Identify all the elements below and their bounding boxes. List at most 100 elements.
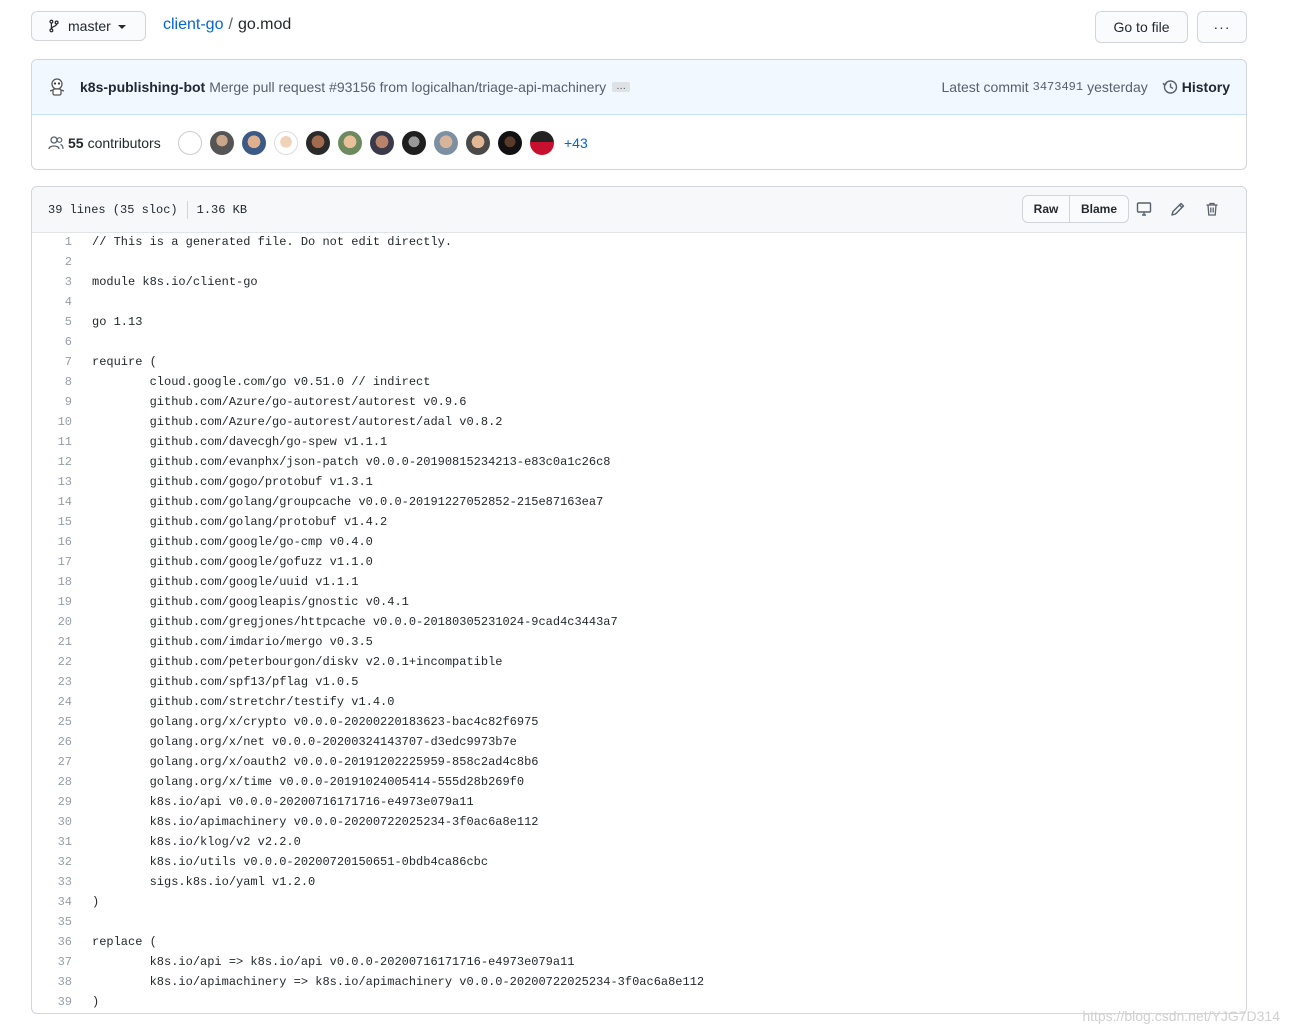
code-line: 13 github.com/gogo/protobuf v1.3.1 (32, 472, 1246, 492)
line-number[interactable]: 37 (32, 952, 72, 972)
contributors-count[interactable]: 55 (68, 135, 84, 151)
code-line: 38 k8s.io/apimachinery => k8s.io/apimach… (32, 972, 1246, 992)
line-number[interactable]: 16 (32, 532, 72, 552)
raw-button[interactable]: Raw (1022, 195, 1070, 223)
bot-avatar[interactable] (47, 77, 67, 97)
branch-select-button[interactable]: master (31, 11, 146, 41)
line-number[interactable]: 33 (32, 872, 72, 892)
code-line: 33 sigs.k8s.io/yaml v1.2.0 (32, 872, 1246, 892)
line-number[interactable]: 21 (32, 632, 72, 652)
line-content: sigs.k8s.io/yaml v1.2.0 (92, 875, 316, 889)
line-number[interactable]: 6 (32, 332, 72, 352)
line-number[interactable]: 24 (32, 692, 72, 712)
avatar[interactable] (434, 131, 458, 155)
line-number[interactable]: 36 (32, 932, 72, 952)
line-number[interactable]: 32 (32, 852, 72, 872)
file-header: 39 lines (35 sloc) 1.36 KB Raw Blame (32, 187, 1246, 233)
line-number[interactable]: 14 (32, 492, 72, 512)
line-number[interactable]: 3 (32, 272, 72, 292)
contributors-label[interactable]: contributors (88, 135, 161, 151)
line-content: golang.org/x/time v0.0.0-20191024005414-… (92, 775, 525, 789)
line-number[interactable]: 25 (32, 712, 72, 732)
file-tool-icons (1120, 199, 1222, 219)
line-number[interactable]: 19 (32, 592, 72, 612)
line-number[interactable]: 9 (32, 392, 72, 412)
code-line: 9 github.com/Azure/go-autorest/autorest … (32, 392, 1246, 412)
commit-sha-link[interactable]: 3473491 (1033, 80, 1083, 94)
line-number[interactable]: 2 (32, 252, 72, 272)
line-content: golang.org/x/oauth2 v0.0.0-2019120222595… (92, 755, 539, 769)
more-contributors-link[interactable]: +43 (564, 135, 588, 151)
line-number[interactable]: 7 (32, 352, 72, 372)
code-line: 20 github.com/gregjones/httpcache v0.0.0… (32, 612, 1246, 632)
line-number[interactable]: 4 (32, 292, 72, 312)
commit-author-link[interactable]: k8s-publishing-bot (80, 79, 205, 95)
history-link[interactable]: History (1162, 79, 1230, 95)
line-content: k8s.io/apimachinery v0.0.0-2020072202523… (92, 815, 539, 829)
line-number[interactable]: 18 (32, 572, 72, 592)
line-number[interactable]: 38 (32, 972, 72, 992)
file-actions-group: Raw Blame (1022, 195, 1129, 223)
avatar[interactable] (498, 131, 522, 155)
commit-message-link[interactable]: Merge pull request #93156 from logicalha… (209, 79, 606, 95)
code-line: 12 github.com/evanphx/json-patch v0.0.0-… (32, 452, 1246, 472)
line-number[interactable]: 35 (32, 912, 72, 932)
line-number[interactable]: 26 (32, 732, 72, 752)
avatar[interactable] (210, 131, 234, 155)
line-number[interactable]: 29 (32, 792, 72, 812)
line-number[interactable]: 34 (32, 892, 72, 912)
code-line: 1 // This is a generated file. Do not edi… (32, 232, 1246, 252)
line-content: k8s.io/apimachinery => k8s.io/apimachine… (92, 975, 705, 989)
line-content: github.com/evanphx/json-patch v0.0.0-201… (92, 455, 611, 469)
avatar[interactable] (466, 131, 490, 155)
avatar[interactable] (274, 131, 298, 155)
line-number[interactable]: 15 (32, 512, 72, 532)
line-number[interactable]: 22 (32, 652, 72, 672)
line-content: github.com/google/gofuzz v1.1.0 (92, 555, 373, 569)
code-line: 11 github.com/davecgh/go-spew v1.1.1 (32, 432, 1246, 452)
avatar[interactable] (370, 131, 394, 155)
line-content: github.com/Azure/go-autorest/autorest v0… (92, 395, 467, 409)
avatar[interactable] (306, 131, 330, 155)
line-number[interactable]: 27 (32, 752, 72, 772)
code-line: 39) (32, 992, 1246, 1012)
commit-meta: Latest commit 3473491 yesterday History (942, 60, 1231, 114)
line-number[interactable]: 5 (32, 312, 72, 332)
avatar[interactable] (402, 131, 426, 155)
avatar[interactable] (530, 131, 554, 155)
line-number[interactable]: 28 (32, 772, 72, 792)
line-content: module k8s.io/client-go (92, 275, 258, 289)
desktop-icon[interactable] (1134, 199, 1154, 219)
line-number[interactable]: 31 (32, 832, 72, 852)
go-to-file-button[interactable]: Go to file (1095, 11, 1188, 43)
line-content: go 1.13 (92, 315, 143, 329)
avatar[interactable] (242, 131, 266, 155)
line-number[interactable]: 10 (32, 412, 72, 432)
trash-icon[interactable] (1202, 199, 1222, 219)
line-number[interactable]: 12 (32, 452, 72, 472)
line-content: golang.org/x/crypto v0.0.0-2020022018362… (92, 715, 539, 729)
line-number[interactable]: 39 (32, 992, 72, 1012)
line-number[interactable]: 13 (32, 472, 72, 492)
file-size: 1.36 KB (196, 202, 248, 217)
line-content: github.com/googleapis/gnostic v0.4.1 (92, 595, 409, 609)
avatar[interactable] (178, 131, 202, 155)
line-content: github.com/golang/protobuf v1.4.2 (92, 515, 388, 529)
divider (186, 200, 188, 219)
code-line: 31 k8s.io/klog/v2 v2.2.0 (32, 832, 1246, 852)
line-number[interactable]: 20 (32, 612, 72, 632)
line-number[interactable]: 11 (32, 432, 72, 452)
pencil-icon[interactable] (1168, 199, 1188, 219)
more-options-button[interactable]: ··· (1197, 11, 1247, 43)
line-number[interactable]: 23 (32, 672, 72, 692)
line-number[interactable]: 17 (32, 552, 72, 572)
line-number[interactable]: 1 (32, 232, 72, 252)
file-info: 39 lines (35 sloc) 1.36 KB (48, 200, 248, 219)
line-number[interactable]: 8 (32, 372, 72, 392)
expand-commit-button[interactable]: … (612, 82, 631, 92)
line-number[interactable]: 30 (32, 812, 72, 832)
breadcrumb-repo-link[interactable]: client-go (163, 16, 223, 33)
avatar[interactable] (338, 131, 362, 155)
commit-time: yesterday (1087, 79, 1148, 95)
branch-name: master (68, 18, 111, 34)
